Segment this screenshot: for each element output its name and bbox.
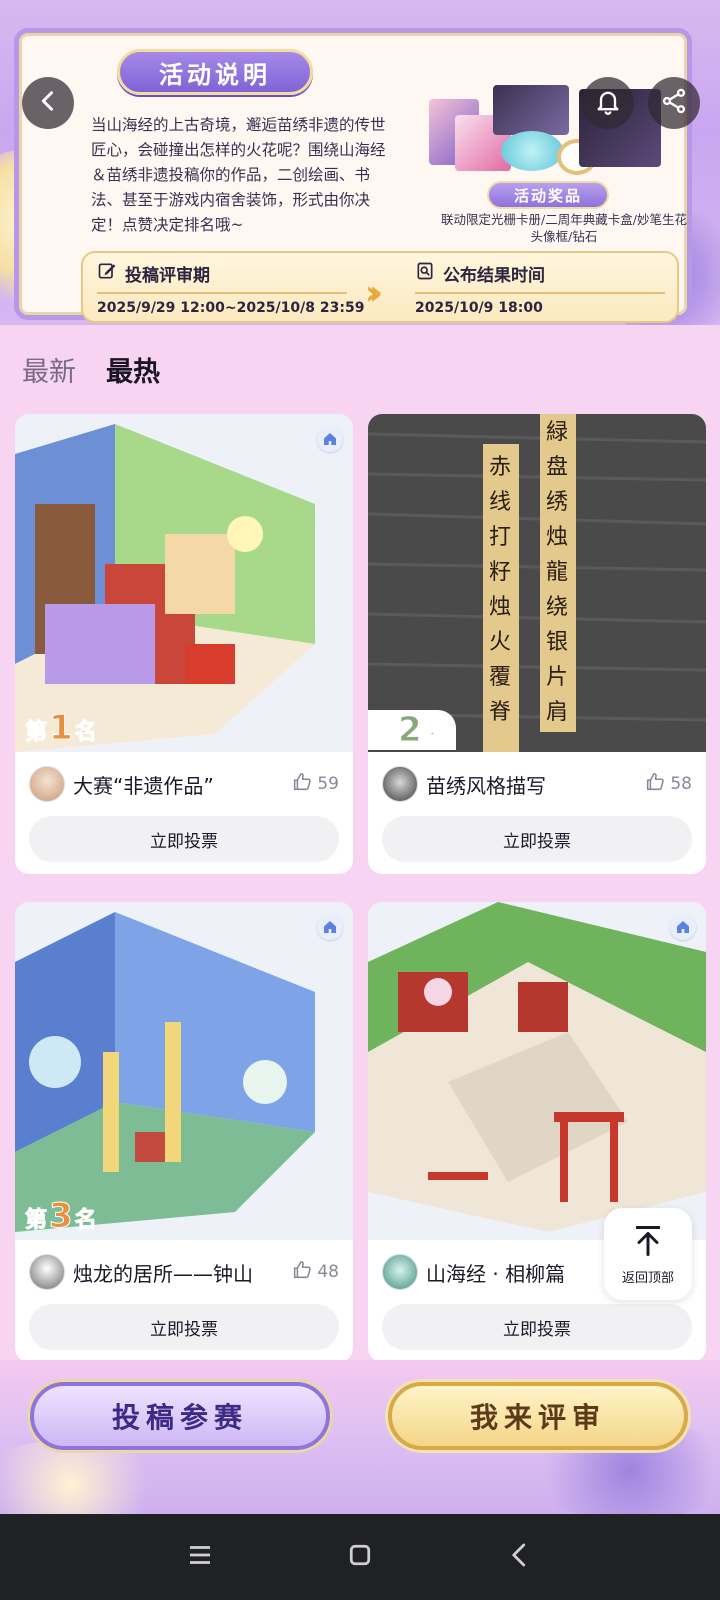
- thumbs-up-icon: [644, 771, 666, 798]
- prize-label: 活动奖品: [487, 181, 609, 209]
- review-period-time: 2025/9/29 12:00~2025/10/8 23:59: [97, 300, 365, 316]
- svg-text:脊: 脊: [489, 700, 511, 725]
- vote-button[interactable]: 立即投票: [382, 1304, 692, 1350]
- review-period-title: 投稿评审期: [125, 266, 210, 286]
- share-icon: [660, 87, 688, 119]
- svg-text:打: 打: [489, 525, 511, 550]
- svg-text:龍: 龍: [546, 560, 568, 585]
- svg-text:绕: 绕: [546, 595, 568, 620]
- home-icon: [317, 426, 343, 452]
- result-time: 公布结果时间 2025/10/9 18:00: [415, 261, 665, 316]
- double-chevron-icon: ››: [365, 273, 383, 313]
- svg-text:盘: 盘: [546, 455, 568, 480]
- system-back-button[interactable]: [500, 1537, 540, 1577]
- rank-badge: 第3名: [24, 1196, 97, 1237]
- result-time-value: 2025/10/9 18:00: [415, 300, 543, 316]
- share-button[interactable]: [648, 77, 700, 129]
- arrow-left-icon: [34, 87, 62, 119]
- like-count[interactable]: 58: [644, 771, 692, 798]
- entry-title[interactable]: 大赛“非遗作品”: [73, 770, 285, 799]
- event-intro-text: 当山海经的上古奇境，邂逅苗绣非遗的传世匠心，会碰撞出怎样的火花呢？围绕山海经＆苗…: [91, 116, 386, 234]
- avatar[interactable]: [29, 1254, 65, 1290]
- schedule-box: 投稿评审期 2025/9/29 12:00~2025/10/8 23:59 ››…: [81, 251, 679, 323]
- entry-card[interactable]: 赤线打 籽烛火 覆脊 緑盘绣 烛龍绕 银片肩 第2名 苗绣风格描写 58 立即投…: [368, 414, 706, 874]
- event-title: 活动说明: [117, 49, 313, 95]
- avatar[interactable]: [382, 766, 418, 802]
- arrow-up-icon: [630, 1223, 666, 1263]
- svg-text:火: 火: [489, 630, 511, 655]
- back-to-top-button[interactable]: 返回顶部: [604, 1208, 692, 1300]
- document-icon: [415, 261, 435, 286]
- tab-hottest[interactable]: 最热: [106, 350, 160, 389]
- review-period: 投稿评审期 2025/9/29 12:00~2025/10/8 23:59: [97, 261, 364, 316]
- event-banner: 活动说明 当山海经的上古奇境，邂逅苗绣非遗的传世匠心，会碰撞出怎样的火花呢？围绕…: [0, 0, 720, 325]
- edit-icon: [97, 261, 117, 286]
- svg-text:緑: 緑: [546, 420, 568, 445]
- like-count[interactable]: 59: [291, 771, 339, 798]
- entry-meta: 苗绣风格描写 58: [382, 764, 692, 804]
- svg-text:覆: 覆: [489, 665, 511, 690]
- rank-badge: 第2名: [368, 710, 456, 751]
- tab-newest[interactable]: 最新: [22, 350, 76, 389]
- svg-text:烛: 烛: [489, 595, 511, 620]
- svg-text:银: 银: [546, 630, 568, 655]
- entry-thumbnail[interactable]: 第3名: [15, 902, 353, 1240]
- svg-text:赤: 赤: [489, 455, 511, 480]
- chevron-left-icon: [505, 1540, 535, 1574]
- entry-card[interactable]: 第1名 大赛“非遗作品” 59 立即投票: [15, 414, 353, 874]
- review-button[interactable]: 我来评审: [388, 1382, 688, 1450]
- entry-thumbnail[interactable]: 赤线打 籽烛火 覆脊 緑盘绣 烛龍绕 银片肩 第2名: [368, 414, 706, 752]
- entry-title[interactable]: 苗绣风格描写: [426, 770, 638, 799]
- prize-description: 联动限定光栅卡册/二周年典藏卡盒/妙笔生花头像框/钻石: [441, 212, 687, 244]
- back-to-top-label: 返回顶部: [621, 1270, 674, 1286]
- bell-icon: [594, 87, 622, 119]
- menu-button[interactable]: [180, 1537, 220, 1577]
- submit-entry-button[interactable]: 投稿参赛: [30, 1382, 330, 1450]
- notification-button[interactable]: [582, 77, 634, 129]
- svg-text:肩: 肩: [546, 700, 568, 725]
- vote-button[interactable]: 立即投票: [29, 816, 339, 862]
- vote-button[interactable]: 立即投票: [29, 1304, 339, 1350]
- system-nav-bar: [0, 1514, 720, 1600]
- result-time-title: 公布结果时间: [443, 266, 545, 286]
- back-button[interactable]: [22, 77, 74, 129]
- sort-tabs: 最新 最热: [22, 350, 160, 389]
- vote-button[interactable]: 立即投票: [382, 816, 692, 862]
- home-button[interactable]: [340, 1537, 380, 1577]
- square-icon: [345, 1540, 375, 1574]
- rank-badge: 第1名: [24, 708, 97, 749]
- svg-text:片: 片: [546, 665, 568, 690]
- entry-title[interactable]: 烛龙的居所——钟山: [73, 1258, 285, 1287]
- event-info-panel: 活动说明 当山海经的上古奇境，邂逅苗绣非遗的传世匠心，会碰撞出怎样的火花呢？围绕…: [14, 28, 692, 323]
- svg-text:烛: 烛: [546, 525, 568, 550]
- svg-text:绣: 绣: [546, 490, 568, 515]
- home-icon: [317, 914, 343, 940]
- avatar[interactable]: [29, 766, 65, 802]
- entry-card[interactable]: 第3名 烛龙的居所——钟山 48 立即投票: [15, 902, 353, 1362]
- svg-text:籽: 籽: [489, 560, 511, 585]
- entry-meta: 大赛“非遗作品” 59: [29, 764, 339, 804]
- home-icon: [670, 914, 696, 940]
- thumbs-up-icon: [291, 1259, 313, 1286]
- entry-meta: 烛龙的居所——钟山 48: [29, 1252, 339, 1292]
- menu-icon: [185, 1540, 215, 1574]
- svg-text:线: 线: [489, 490, 511, 515]
- avatar[interactable]: [382, 1254, 418, 1290]
- entry-thumbnail[interactable]: 第1名: [15, 414, 353, 752]
- like-count[interactable]: 48: [291, 1259, 339, 1286]
- thumbs-up-icon: [291, 771, 313, 798]
- entry-thumbnail[interactable]: [368, 902, 706, 1240]
